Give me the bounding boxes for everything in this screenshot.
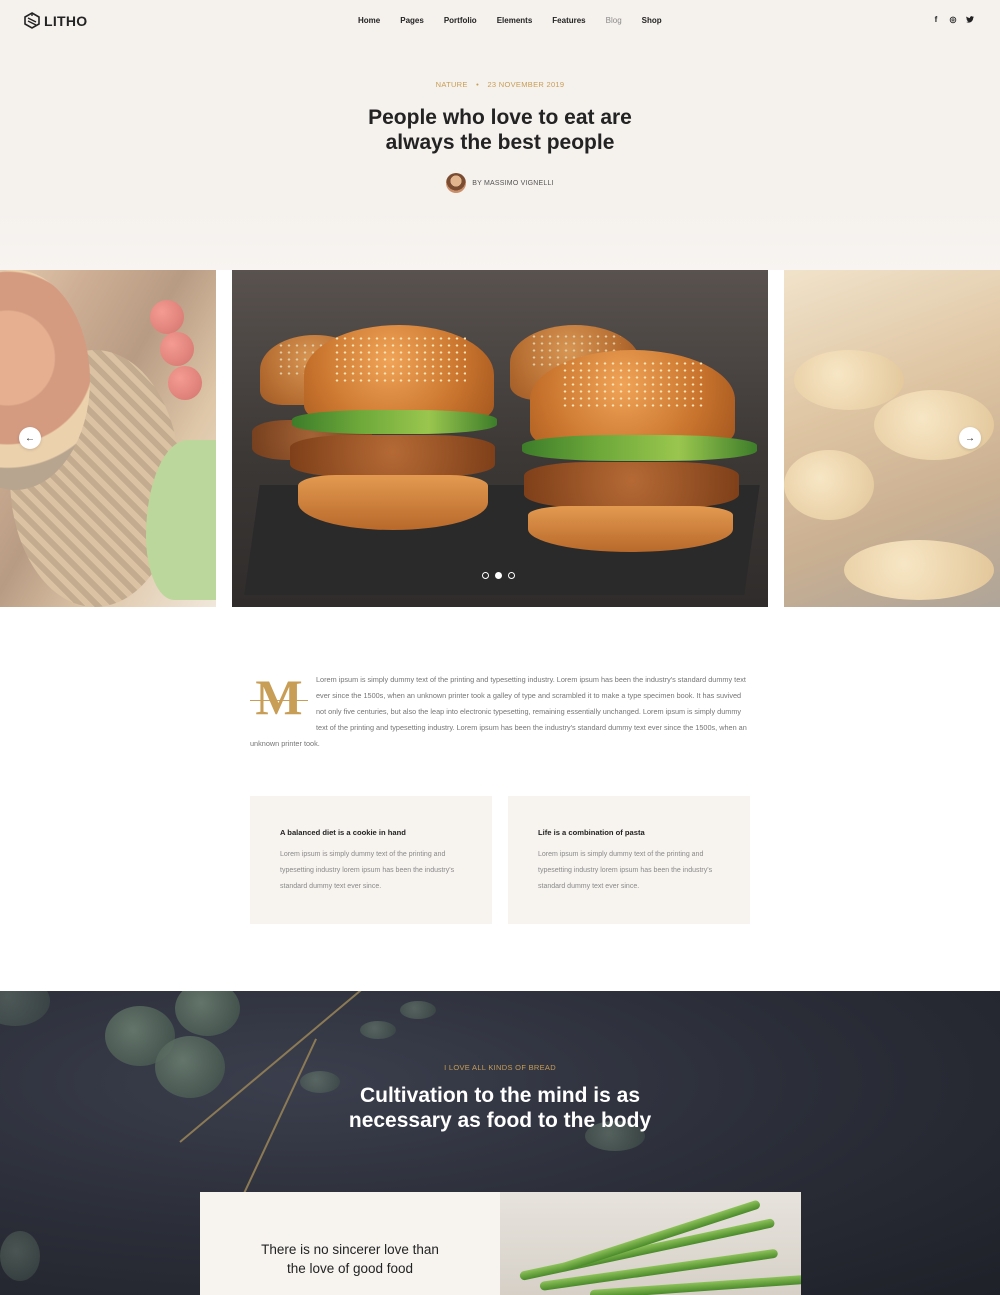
facebook-icon[interactable]: f [932,15,940,24]
main-nav: Home Pages Portfolio Elements Features B… [348,16,672,25]
chip-shape [784,450,874,520]
feature-title-line2: necessary as food to the body [348,1109,652,1132]
post-author: BY MASSIMO VIGNELLI [0,173,1000,193]
quote-line1: There is no sincerer love than [261,1242,439,1257]
slider-pagination [482,572,515,579]
info-card: A balanced diet is a cookie in hand Lore… [250,796,492,924]
quote-line2: the love of good food [286,1261,414,1276]
chip-shape [794,350,904,410]
nav-item-elements[interactable]: Elements [487,16,543,25]
feature-subtitle: I LOVE ALL KINDS OF BREAD [444,1063,556,1072]
eucalyptus-leaf-shape [400,1001,436,1019]
brand-logo[interactable]: LITHO [24,12,88,29]
feature-title-line1: Cultivation to the mind is as [359,1084,641,1107]
quote-card: There is no sincerer love than the love … [200,1192,500,1295]
post-title-line1: People who love to eat are [368,106,632,129]
burger-greens-shape [292,410,497,434]
eucalyptus-leaf-shape [0,1231,40,1281]
burger-patty-shape [290,435,495,477]
nav-item-home[interactable]: Home [348,16,390,25]
slider-next-button[interactable]: → [959,427,981,449]
article-body: M Lorem ipsum is simply dummy text of th… [250,672,750,752]
brand-name: LITHO [44,12,88,29]
card-title: A balanced diet is a cookie in hand [280,828,406,837]
instagram-icon[interactable]: ◎ [949,15,957,24]
eucalyptus-leaf-shape [360,1021,396,1039]
nav-item-features[interactable]: Features [542,16,595,25]
slider-dot[interactable] [482,572,489,579]
slide-burgers[interactable] [232,270,768,607]
burger-greens-shape [522,435,757,461]
slider-dot[interactable] [495,572,502,579]
feature-title: Cultivation to the mind is as necessary … [0,1083,1000,1133]
info-cards: A balanced diet is a cookie in hand Lore… [250,796,750,924]
post-meta: NATURE • 23 NOVEMBER 2019 [0,80,1000,89]
nav-item-portfolio[interactable]: Portfolio [434,16,487,25]
burger-bun-shape [298,475,488,530]
card-text: Lorem ipsum is simply dummy text of the … [280,851,455,890]
post-category[interactable]: NATURE [436,80,468,89]
chip-shape [844,540,994,600]
logo-icon [24,12,40,29]
social-links: f ◎ [932,15,974,24]
burger-patty-shape [524,462,739,508]
meta-separator: • [476,80,480,89]
info-card: Life is a combination of pasta Lorem ips… [508,796,750,924]
tomato-shape [160,332,194,366]
slider-dot[interactable] [508,572,515,579]
nav-item-pages[interactable]: Pages [390,16,434,25]
post-date: 23 NOVEMBER 2019 [487,80,565,89]
quote-text: There is no sincerer love than the love … [200,1240,500,1278]
nav-item-blog[interactable]: Blog [596,16,632,25]
post-title-line2: always the best people [385,131,615,154]
tomato-shape [168,366,202,400]
feature-section: I LOVE ALL KINDS OF BREAD Cultivation to… [0,991,1000,1295]
post-title: People who love to eat are always the be… [0,105,1000,155]
eucalyptus-leaf-shape [175,991,240,1036]
hero-header: LITHO Home Pages Portfolio Elements Feat… [0,0,1000,270]
article-paragraph: Lorem ipsum is simply dummy text of the … [250,675,747,748]
chip-shape [874,390,994,460]
image-slider [0,270,1000,607]
card-title: Life is a combination of pasta [538,828,645,837]
author-name[interactable]: BY MASSIMO VIGNELLI [472,180,553,187]
eucalyptus-leaf-shape [0,991,50,1026]
asparagus-image [500,1192,801,1295]
tomato-shape [150,300,184,334]
twitter-icon[interactable] [966,15,974,24]
slider-prev-button[interactable]: ← [19,427,41,449]
burger-bun-shape [528,506,733,552]
drop-cap: M [250,672,308,722]
avatar[interactable] [446,173,467,193]
arrow-right-icon: → [965,432,975,444]
card-text: Lorem ipsum is simply dummy text of the … [538,851,713,890]
arrow-left-icon: ← [25,432,35,444]
nav-item-shop[interactable]: Shop [632,16,672,25]
